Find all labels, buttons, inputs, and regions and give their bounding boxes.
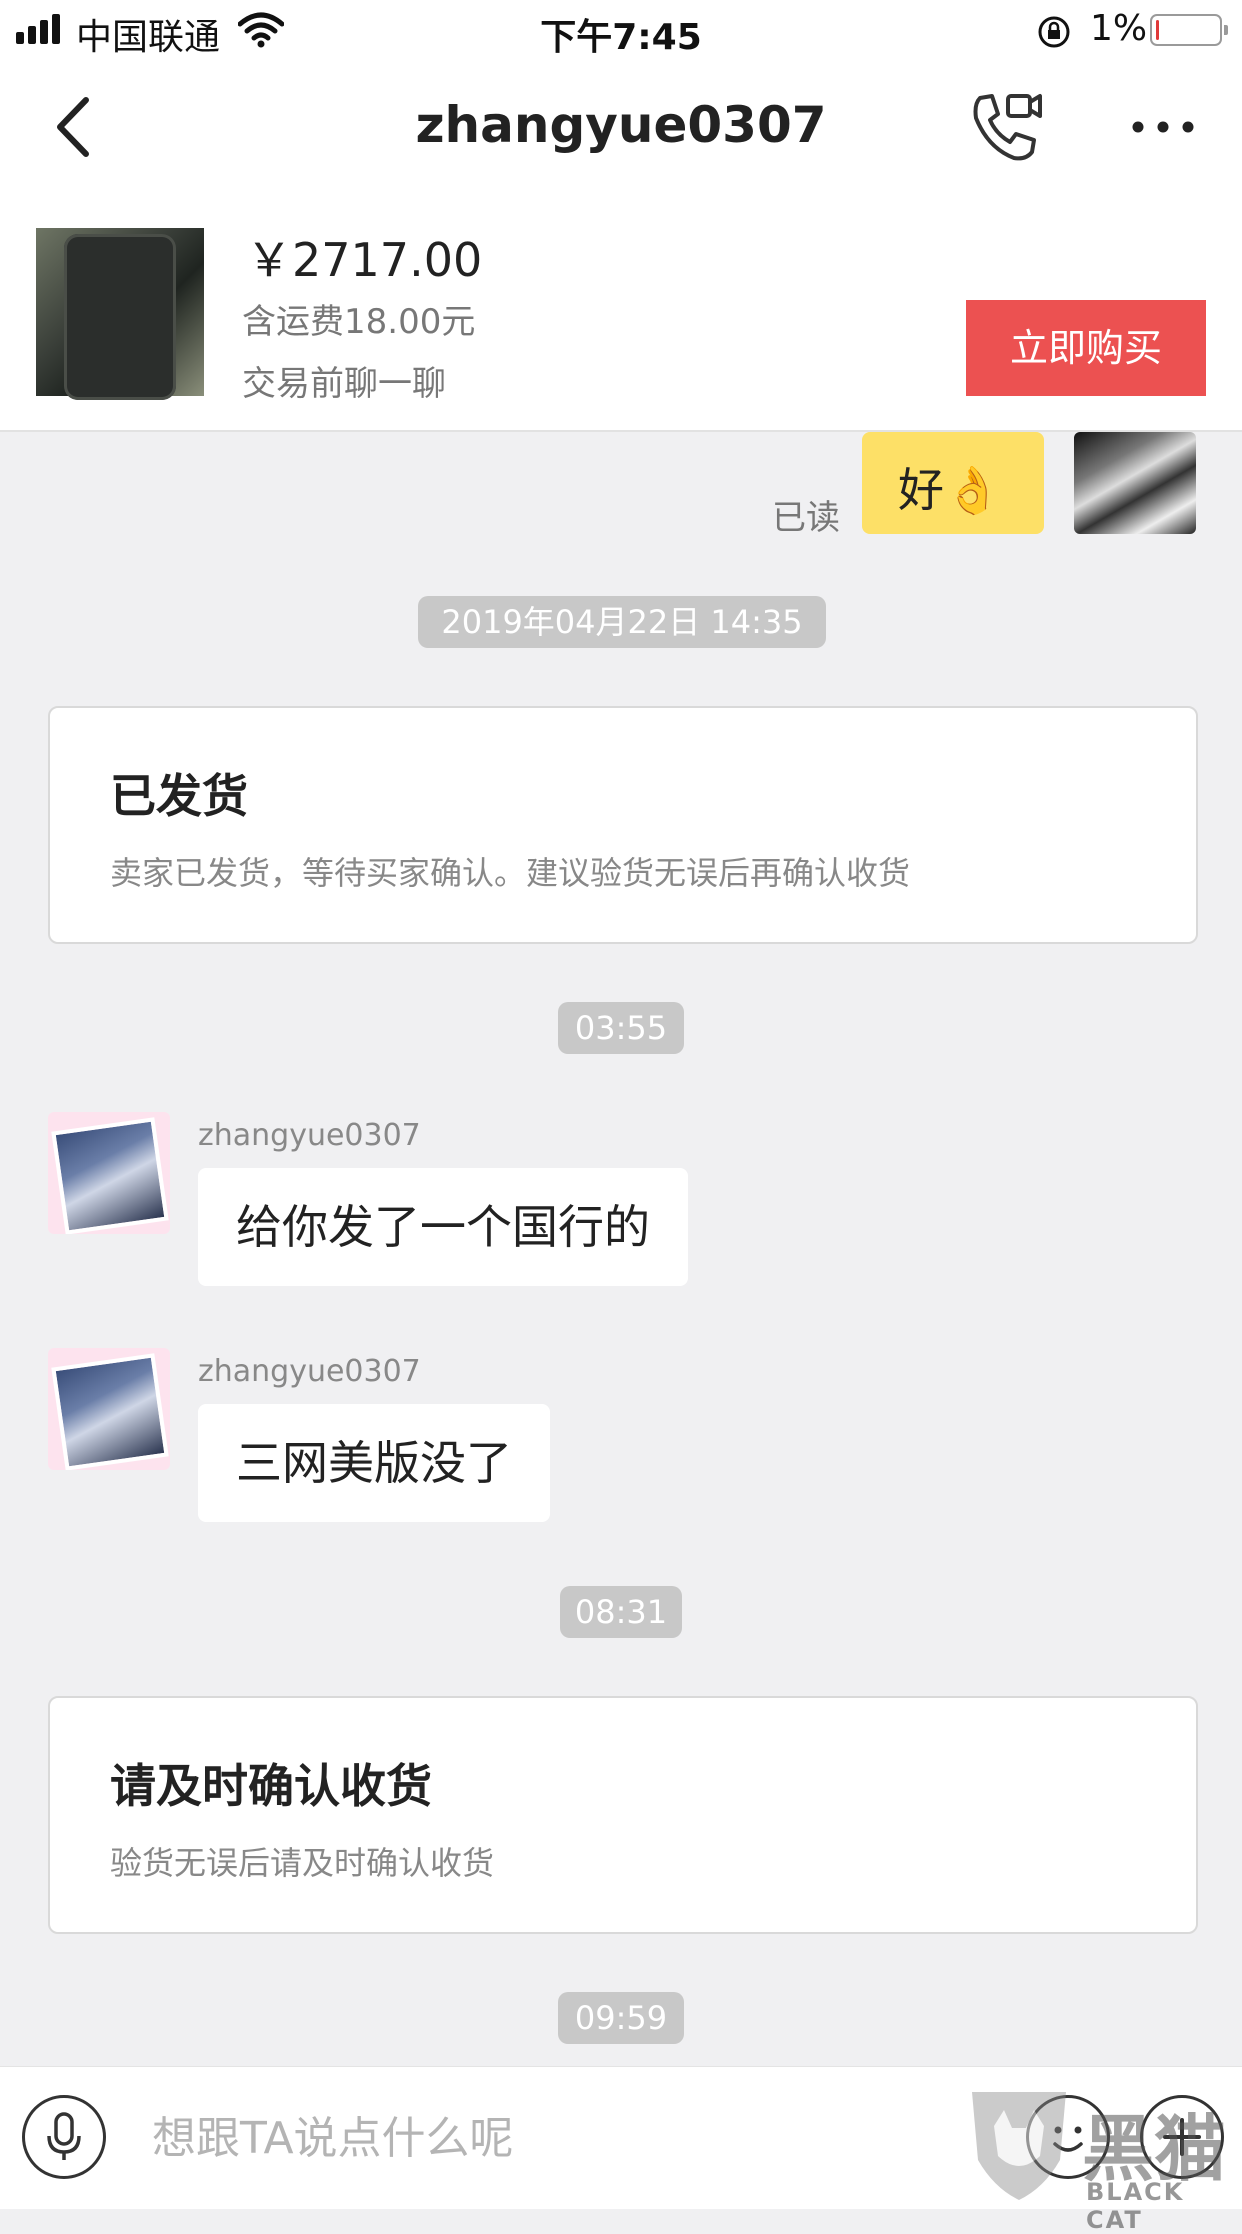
voice-button[interactable] bbox=[22, 2095, 106, 2179]
status-bar: 中国联通 下午7:45 1% bbox=[0, 0, 1242, 62]
message-input[interactable] bbox=[150, 2095, 914, 2181]
timestamp: 03:55 bbox=[558, 1002, 684, 1054]
shipped-card[interactable]: 已发货 卖家已发货，等待买家确认。建议验货无误后再确认收货 bbox=[48, 706, 1198, 944]
my-message-bubble[interactable]: 好👌 bbox=[862, 432, 1044, 534]
video-call-icon bbox=[973, 94, 1042, 161]
confirm-receipt-card[interactable]: 请及时确认收货 验货无误后请及时确认收货 bbox=[48, 1696, 1198, 1934]
watermark-en: BLACK CAT bbox=[1086, 2178, 1185, 2234]
more-button[interactable] bbox=[1128, 102, 1198, 152]
card-desc: 卖家已发货，等待买家确认。建议验货无误后再确认收货 bbox=[110, 854, 911, 892]
cat-shield-logo-icon bbox=[972, 2092, 1066, 2200]
card-title: 已发货 bbox=[110, 769, 248, 823]
chat-tip: 交易前聊一聊 bbox=[242, 364, 446, 404]
product-thumbnail[interactable] bbox=[36, 228, 204, 400]
my-message-text: 好👌 bbox=[898, 463, 1002, 517]
battery-icon bbox=[1150, 14, 1228, 46]
card-desc: 验货无误后请及时确认收货 bbox=[110, 1844, 495, 1882]
my-avatar[interactable] bbox=[1074, 432, 1196, 534]
sender-avatar[interactable] bbox=[48, 1348, 170, 1470]
shipping-fee: 含运费18.00元 bbox=[242, 302, 476, 342]
message-bubble[interactable]: 给你发了一个国行的 bbox=[198, 1168, 688, 1286]
more-dots-icon bbox=[1132, 121, 1194, 133]
product-price: ￥2717.00 bbox=[246, 233, 483, 287]
nav-bar: zhangyue0307 bbox=[0, 62, 1242, 194]
video-call-button[interactable] bbox=[968, 88, 1044, 164]
microphone-icon bbox=[47, 2112, 81, 2160]
chat-title: zhangyue0307 bbox=[415, 96, 827, 154]
timestamp: 2019年04月22日 14:35 bbox=[418, 596, 826, 648]
card-title: 请及时确认收货 bbox=[110, 1759, 432, 1813]
sender-name: zhangyue0307 bbox=[198, 1354, 421, 1389]
battery-percent: 1% bbox=[1090, 8, 1148, 49]
message-bubble[interactable]: 三网美版没了 bbox=[198, 1404, 550, 1522]
timestamp: 08:31 bbox=[560, 1586, 682, 1638]
black-cat-watermark: 黑猫 BLACK CAT bbox=[964, 2086, 1234, 2234]
product-header[interactable]: ￥2717.00 含运费18.00元 交易前聊一聊 立即购买 bbox=[0, 194, 1242, 432]
timestamp: 09:59 bbox=[558, 1992, 684, 2044]
chat-area[interactable]: 已读 好👌 2019年04月22日 14:35 已发货 卖家已发货，等待买家确认… bbox=[0, 432, 1242, 2066]
rotation-lock-icon bbox=[1038, 16, 1070, 48]
sender-name: zhangyue0307 bbox=[198, 1118, 421, 1153]
read-receipt: 已读 bbox=[772, 498, 840, 538]
sender-avatar[interactable] bbox=[48, 1112, 170, 1234]
buy-now-button[interactable]: 立即购买 bbox=[966, 300, 1206, 396]
